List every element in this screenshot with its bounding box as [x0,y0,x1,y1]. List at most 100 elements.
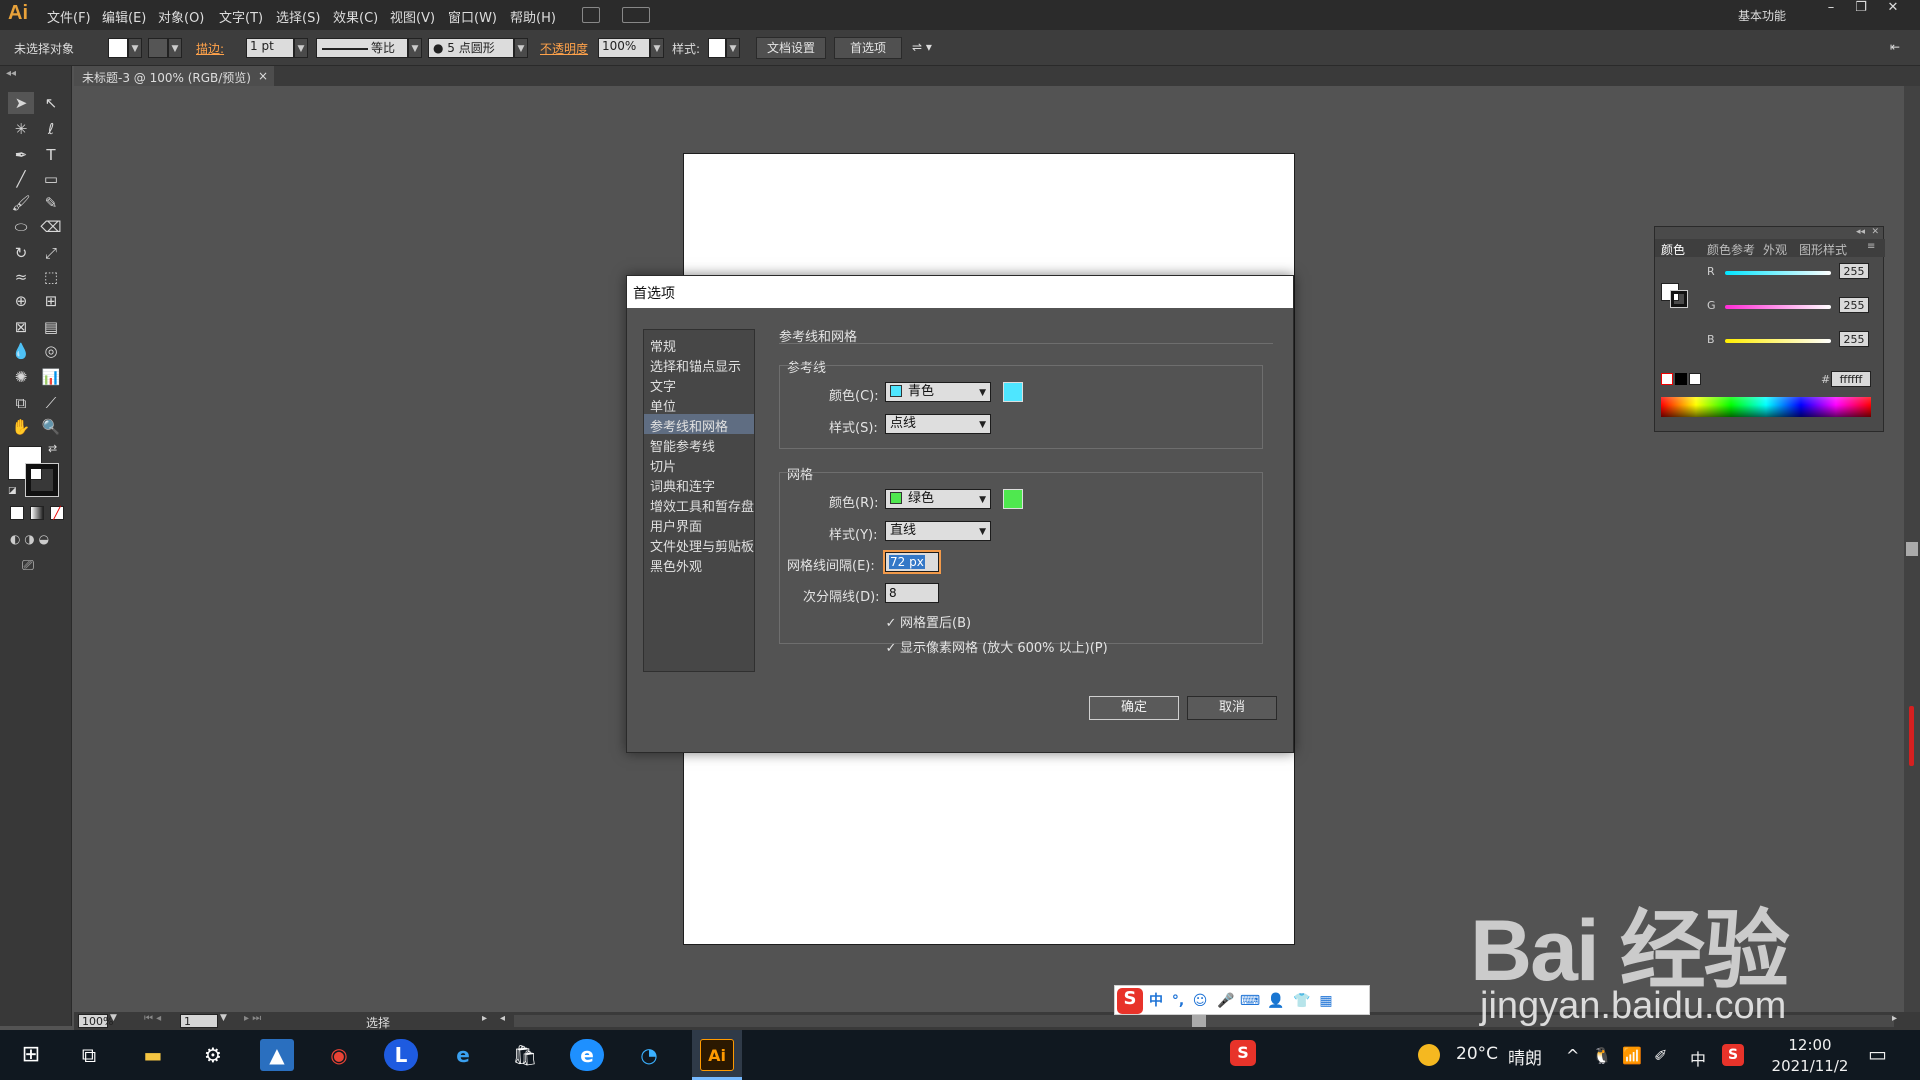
free-transform-tool-icon[interactable]: ⬚ [38,266,64,288]
b-value-field[interactable]: 255 [1839,331,1869,347]
network-icon[interactable]: 📶 [1622,1046,1642,1065]
line-tool-icon[interactable]: ╱ [8,168,34,190]
task-view-icon[interactable]: ⧉ [72,1039,106,1071]
close-icon[interactable]: ✕ [1878,0,1908,20]
search-browser-icon[interactable]: ◔ [632,1039,666,1071]
zoom-dropdown-icon[interactable]: ▼ [110,1013,117,1023]
notification-center-icon[interactable]: ▭ [1868,1042,1887,1066]
scroll-left-icon[interactable]: ◂ [500,1013,505,1024]
weather-sun-icon[interactable] [1418,1044,1440,1066]
hex-value-field[interactable]: ffffff [1831,371,1871,387]
first-page-icon[interactable]: ⏮ ◂ [144,1013,161,1024]
rectangle-tool-icon[interactable]: ▭ [38,168,64,190]
brush-dropdown[interactable]: ● 5 点圆形 [428,38,514,58]
scroll-right-icon[interactable]: ▸ [1892,1013,1897,1024]
arrange-documents-icon[interactable] [622,7,650,23]
file-explorer-icon[interactable]: ▬ [136,1039,170,1071]
minimize-icon[interactable]: – [1816,0,1846,20]
clock-time[interactable]: 12:00 [1770,1036,1850,1054]
selection-tool-icon[interactable]: ➤ [8,92,34,114]
paintbrush-tool-icon[interactable]: 🖌 [8,192,34,214]
tab-close-icon[interactable]: × [258,69,268,83]
graph-tool-icon[interactable]: 📊 [38,366,64,388]
sogou-logo-icon[interactable]: S [1117,988,1143,1014]
document-setup-button[interactable]: 文档设置 [756,37,826,59]
r-slider[interactable] [1725,271,1831,275]
nav-item-slices[interactable]: 切片 [644,454,754,475]
panel-close-icon[interactable]: ✕ [1871,227,1879,237]
nav-item-type[interactable]: 文字 [644,374,754,395]
r-value-field[interactable]: 255 [1839,263,1869,279]
nav-item-general[interactable]: 常规 [644,334,754,355]
emoji-icon[interactable]: ☺ [1189,990,1211,1012]
menu-help[interactable]: 帮助(H) [510,7,556,26]
restore-icon[interactable]: ❐ [1846,0,1876,20]
color-mode-icon[interactable] [10,506,24,520]
nav-item-dictionary[interactable]: 词典和连字 [644,474,754,495]
draw-modes-icon[interactable]: ◐ ◑ ◒ [10,532,49,546]
vertical-scrollbar[interactable] [1904,86,1920,1012]
panel-collapse-icon[interactable]: ◂◂ [6,68,16,79]
hand-tool-icon[interactable]: ✋ [8,416,34,438]
align-menu-icon[interactable]: ⇌ ▾ [912,40,932,54]
punctuation-icon[interactable]: °, [1167,990,1189,1012]
magic-wand-tool-icon[interactable]: ✳ [8,118,34,140]
chrome-icon[interactable]: ◉ [322,1039,356,1071]
brush-dropdown-arrow-icon[interactable]: ▼ [514,38,528,58]
edge-legacy-icon[interactable]: e [570,1039,604,1071]
pen-tool-icon[interactable]: ✒ [8,144,34,166]
nav-item-guides-grid[interactable]: 参考线和网格 [644,414,754,435]
perspective-grid-tool-icon[interactable]: ⊞ [38,290,64,312]
stroke-swatch[interactable] [148,38,168,58]
pen-icon[interactable]: ✐ [1654,1046,1667,1065]
stroke-weight-dropdown-icon[interactable]: ▼ [294,38,308,58]
shape-builder-tool-icon[interactable]: ⊕ [8,290,34,312]
guides-color-swatch[interactable] [1003,382,1023,402]
swap-colors-icon[interactable]: ⇄ [48,442,57,455]
zoom-tool-icon[interactable]: 🔍 [38,416,64,438]
lasso-tool-icon[interactable]: ℓ [38,118,64,140]
document-tab[interactable]: 未标题-3 @ 100% (RGB/预览) × [74,66,274,86]
black-swatch[interactable] [1675,373,1687,385]
artboard-tool-icon[interactable]: ⧉ [8,392,34,414]
tab-appearance[interactable]: 外观 [1763,241,1787,258]
opacity-label[interactable]: 不透明度 [540,40,588,57]
none-mode-icon[interactable]: ╱ [50,506,64,520]
nav-item-file-handling[interactable]: 文件处理与剪贴板 [644,534,754,555]
grid-spacing-input[interactable]: 72 px [883,550,941,574]
mesh-tool-icon[interactable]: ⊠ [8,316,34,338]
stroke-color-swatch[interactable] [25,463,59,497]
microphone-icon[interactable]: 🎤 [1215,990,1237,1012]
g-value-field[interactable]: 255 [1839,297,1869,313]
style-swatch[interactable] [708,38,726,58]
stroke-profile-arrow-icon[interactable]: ▼ [408,38,422,58]
page-field[interactable]: 1 [180,1014,218,1028]
guides-style-dropdown[interactable]: 点线 ▼ [885,414,991,434]
white-swatch[interactable] [1689,373,1701,385]
bridge-icon[interactable] [582,7,600,23]
gradient-tool-icon[interactable]: ▤ [38,316,64,338]
fill-swatch[interactable] [108,38,128,58]
blend-tool-icon[interactable]: ◎ [38,340,64,362]
menu-object[interactable]: 对象(O) [158,7,204,26]
nav-item-black-appearance[interactable]: 黑色外观 [644,554,754,575]
store-icon[interactable]: 🛍 [508,1039,542,1071]
status-mode[interactable]: 选择 [366,1014,390,1031]
illustrator-icon[interactable]: Ai [700,1039,734,1071]
tab-color-guide[interactable]: 颜色参考 [1707,241,1755,258]
slice-tool-icon[interactable]: ⟋ [38,392,64,414]
nav-item-selection-anchor[interactable]: 选择和锚点显示 [644,354,754,375]
sogou-ime-tray-icon[interactable]: S [1722,1044,1744,1066]
stroke-dropdown-icon[interactable]: ▼ [168,38,182,58]
direct-selection-tool-icon[interactable]: ↖ [38,92,64,114]
eyedropper-tool-icon[interactable]: 💧 [8,340,34,362]
weather-text[interactable]: 晴朗 [1508,1044,1542,1069]
input-language[interactable]: 中 [1690,1046,1706,1070]
sogou-tray-icon[interactable]: S [1230,1040,1256,1066]
blob-brush-tool-icon[interactable]: ⬭ [8,216,34,238]
grid-color-swatch[interactable] [1003,489,1023,509]
nav-item-user-interface[interactable]: 用户界面 [644,514,754,535]
menu-file[interactable]: 文件(F) [47,7,91,26]
windows-start-icon[interactable]: ⊞ [14,1039,48,1071]
toolbox-icon[interactable]: ▦ [1315,990,1337,1012]
